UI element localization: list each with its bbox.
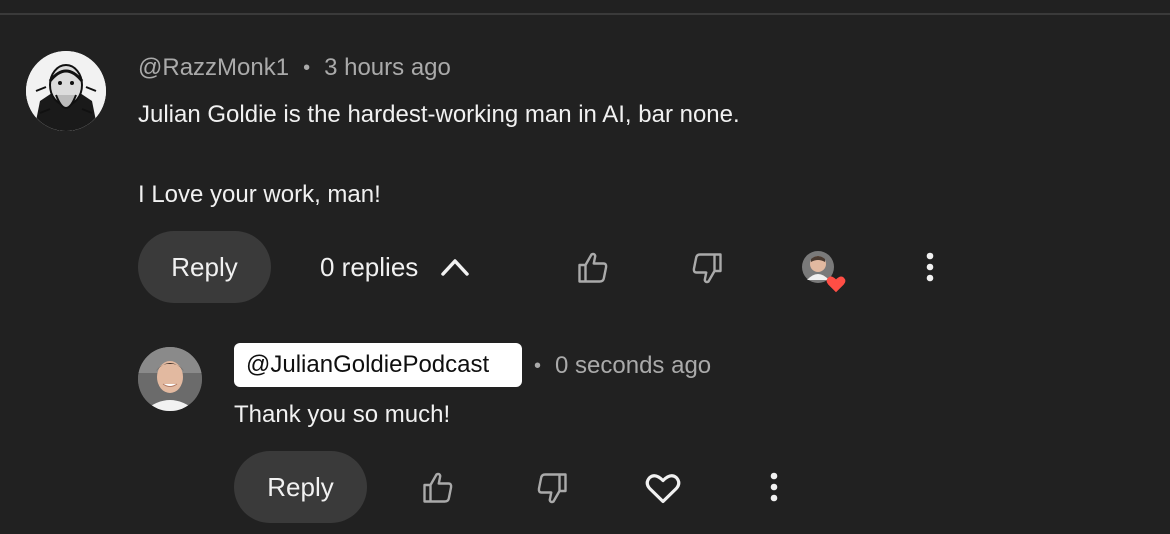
top-divider [0,13,1170,15]
more-vert-icon [926,252,934,282]
like-button[interactable] [570,245,616,291]
heart-icon [645,474,681,504]
comment-author[interactable]: @RazzMonk1 [138,54,289,82]
thumb-down-icon [537,473,567,504]
reply-meta: • 0 seconds ago [534,350,711,382]
comment-more-button[interactable] [912,247,948,287]
creator-heart-icon [826,276,846,293]
thumb-down-icon [692,253,722,284]
replies-toggle[interactable]: 0 replies [320,251,470,283]
reply-reply-button[interactable]: Reply [234,451,367,523]
thumb-up-icon [578,252,608,283]
reply-button[interactable]: Reply [138,231,271,303]
replies-count: 0 replies [320,251,419,282]
chevron-up-icon [440,257,470,277]
comment-line-1: Julian Goldie is the hardest-working man… [138,101,740,128]
reply-author-chip[interactable]: @JulianGoldiePodcast [234,343,522,387]
reply-timestamp[interactable]: 0 seconds ago [555,352,711,380]
comment-timestamp[interactable]: 3 hours ago [324,54,451,82]
meta-separator: • [303,56,311,79]
reply-heart-button[interactable] [640,465,686,511]
reply-text: Thank you so much! [234,401,451,428]
reply-like-button[interactable] [415,465,461,511]
reply-more-button[interactable] [756,467,792,507]
meta-separator: • [534,354,542,377]
comment-line-2: I Love your work, man! [138,181,381,208]
reply-author-avatar[interactable] [138,347,202,411]
more-vert-icon [770,472,778,502]
thumb-up-icon [423,472,453,503]
comment-meta: @RazzMonk1 • 3 hours ago [138,52,451,84]
reply-dislike-button[interactable] [529,465,575,511]
dislike-button[interactable] [684,245,730,291]
creator-heart-badge[interactable] [801,250,847,294]
commenter-avatar[interactable] [26,51,106,131]
